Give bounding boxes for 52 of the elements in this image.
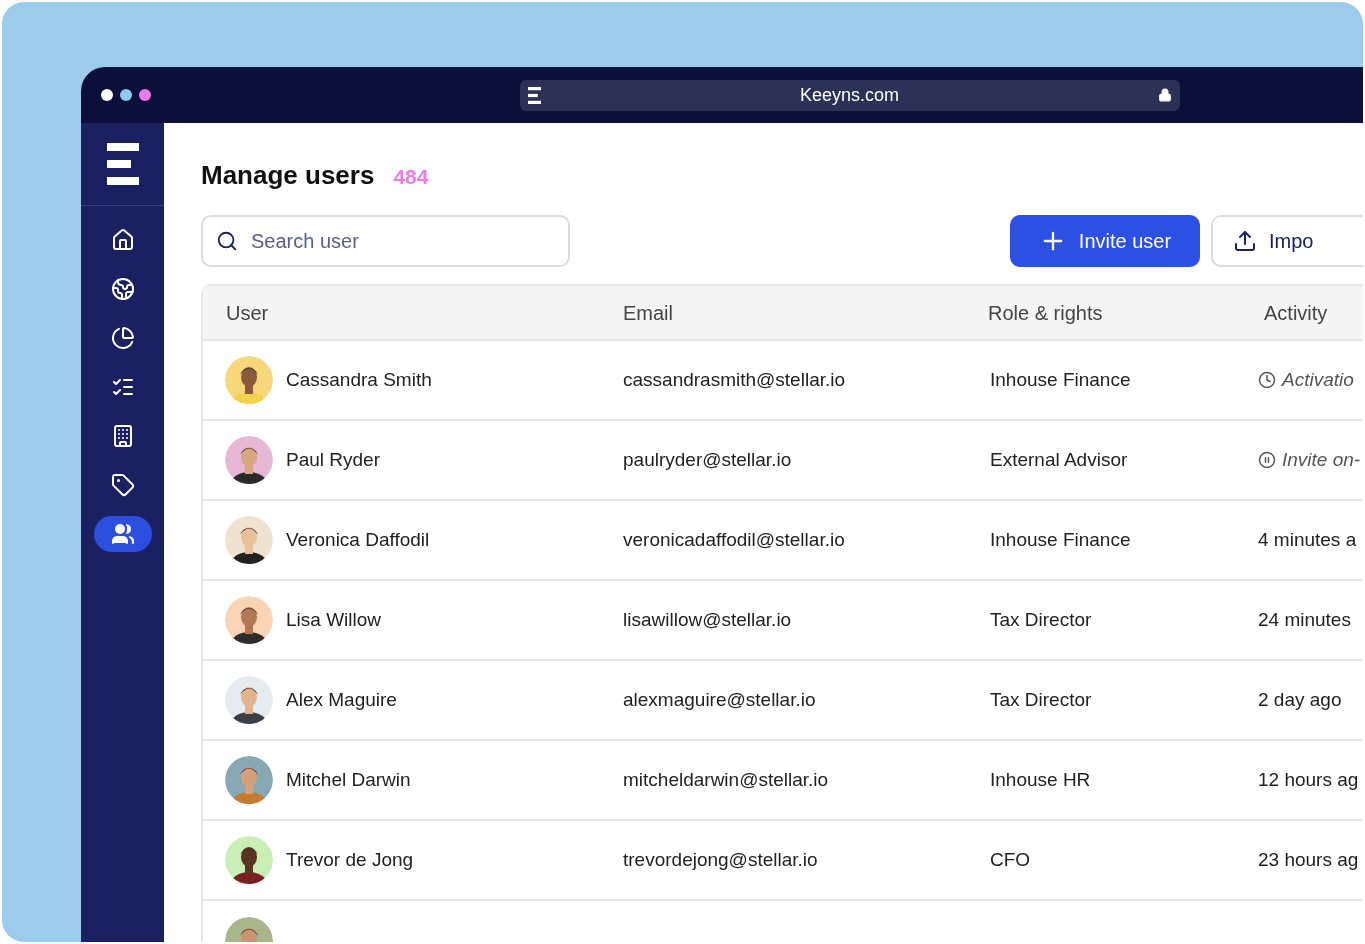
user-count: 484: [393, 164, 429, 190]
user-name: Paul Ryder: [286, 447, 380, 472]
activity-text: 24 minutes: [1258, 607, 1351, 632]
search-icon: [216, 230, 238, 252]
user-role: Inhouse HR: [989, 767, 1092, 792]
app-logo: [106, 143, 139, 185]
lock-icon: [1158, 88, 1172, 102]
user-name: Mitchel Darwin: [286, 767, 411, 792]
user-email: veronicadaffodil@stellar.io: [623, 527, 846, 552]
column-header: Email: [623, 300, 674, 326]
user-role: Tax Director: [989, 687, 1093, 712]
pause-icon: [1258, 451, 1276, 469]
user-name: Veronica Daffodil: [286, 527, 430, 552]
upload-icon: [1233, 229, 1257, 253]
user-role: External Advisor: [989, 447, 1129, 472]
logo-icon: [528, 86, 541, 104]
sidebar-item[interactable]: [93, 516, 152, 552]
page-title: Manage users: [201, 159, 375, 192]
user-email: trevordejong@stellar.io: [623, 847, 819, 872]
user-role: CFO: [989, 847, 1032, 872]
globe-icon: [110, 277, 135, 301]
user-role: Tax Director: [989, 607, 1093, 632]
home-icon: [110, 228, 135, 252]
user-email: cassandrasmith@stellar.io: [623, 367, 847, 392]
user-role: Inhouse Finance: [989, 527, 1132, 552]
url-text: Keeyns.com: [798, 83, 900, 107]
import-button[interactable]: Impo: [1211, 215, 1363, 267]
activity-text: Invite on-: [1282, 447, 1361, 472]
user-email: mitcheldarwin@stellar.io: [623, 767, 830, 792]
column-header: Activity: [1263, 300, 1329, 326]
user-name: Lisa Willow: [286, 607, 382, 632]
pie-chart-icon: [110, 326, 135, 350]
search-field[interactable]: Search user: [201, 215, 570, 267]
user-name: Cassandra Smith: [286, 367, 432, 392]
users-icon: [110, 522, 135, 546]
activity-text: Activatio: [1282, 367, 1354, 392]
user-email: paulryder@stellar.io: [623, 447, 793, 472]
activity-text: 23 hours ag: [1258, 847, 1359, 872]
invite-user-button[interactable]: Invite user: [1010, 215, 1200, 267]
activity-text: 2 day ago: [1258, 687, 1342, 712]
user-email: lisawillow@stellar.io: [623, 607, 793, 632]
activity-text: 4 minutes a: [1258, 527, 1357, 552]
user-role: Inhouse Finance: [989, 367, 1132, 392]
user-name: Trevor de Jong: [286, 847, 414, 872]
user-email: alexmaguire@stellar.io: [623, 687, 817, 712]
tag-icon: [110, 473, 135, 497]
column-header: Role & rights: [988, 300, 1104, 326]
clock-icon: [1258, 371, 1276, 389]
user-name: Alex Maguire: [286, 687, 397, 712]
column-header: User: [225, 300, 270, 326]
activity-text: 12 hours ag: [1258, 767, 1359, 792]
address-bar[interactable]: Keeyns.com: [520, 79, 1180, 111]
